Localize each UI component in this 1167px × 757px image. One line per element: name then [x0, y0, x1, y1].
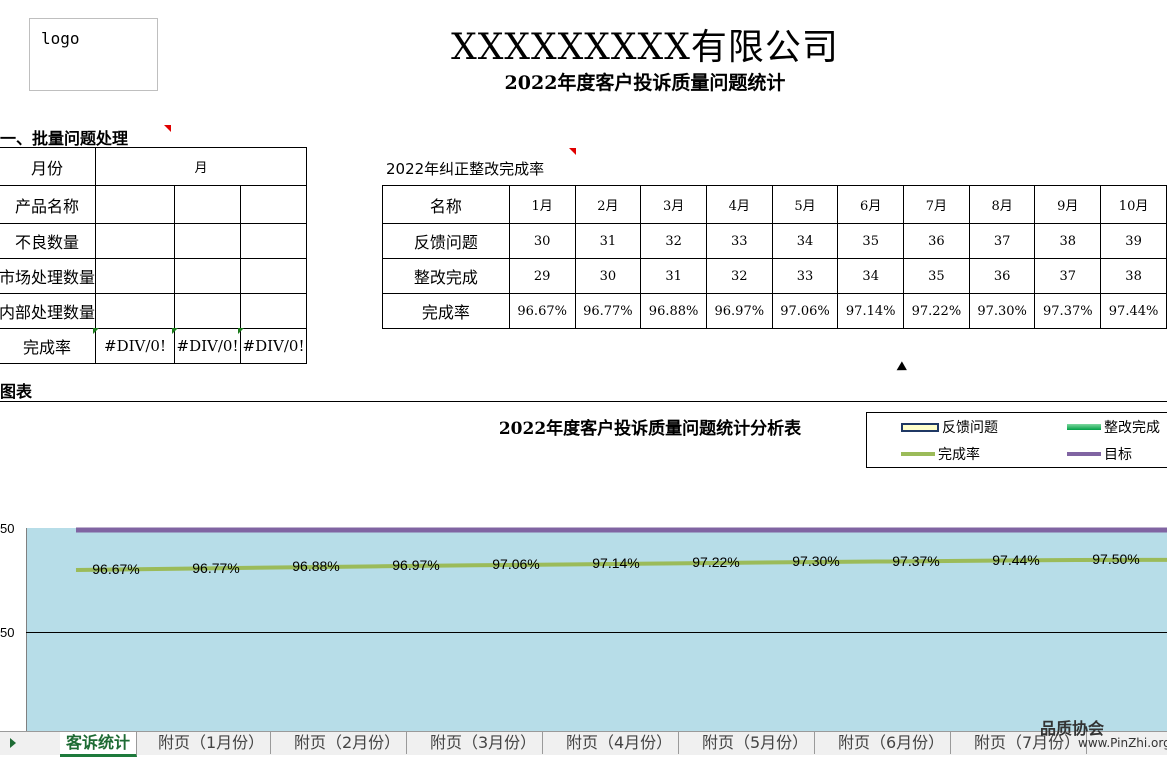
sheet-tab[interactable]: 附页（4月份）: [560, 732, 680, 754]
sheet-tab[interactable]: 客诉统计: [60, 732, 138, 757]
data-label: 97.44%: [992, 551, 1040, 568]
scroll-right-icon[interactable]: [10, 738, 16, 748]
data-label: 97.50%: [1092, 551, 1140, 567]
sheet-tab[interactable]: 附页（2月份）: [288, 732, 408, 754]
sheet-tab[interactable]: 附页（6月份）: [832, 732, 952, 754]
data-label: 97.22%: [692, 554, 740, 571]
data-label: 97.06%: [492, 556, 540, 573]
data-label: 96.88%: [292, 558, 340, 575]
sheet-tab[interactable]: 附页（1月份）: [152, 732, 272, 754]
watermark-sub: www.PinZhi.org: [1078, 736, 1167, 750]
data-label: 97.14%: [592, 555, 640, 572]
sheet-tab-bar: 客诉统计 附页（1月份） 附页（2月份） 附页（3月份） 附页（4月份） 附页（5月份） 附…: [0, 731, 1167, 757]
sheet-tab[interactable]: 附页（3月份）: [424, 732, 544, 754]
sheet-tab[interactable]: 附页（5月份）: [696, 732, 816, 754]
data-label: 96.97%: [392, 557, 440, 574]
chart-lines: [75, 527, 1167, 572]
data-label: 96.77%: [192, 559, 240, 576]
data-label: 96.67%: [92, 560, 140, 577]
data-label: 97.37%: [892, 552, 940, 569]
data-label: 97.30%: [792, 553, 840, 570]
